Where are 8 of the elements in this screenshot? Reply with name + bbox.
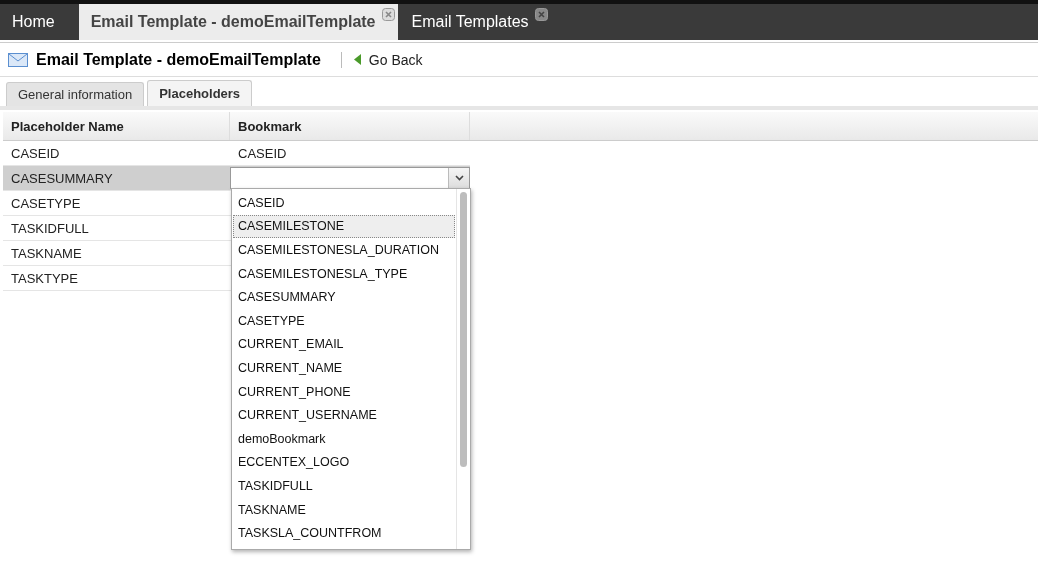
table-cell-text: CASETYPE (10, 194, 82, 213)
page-title: Email Template - demoEmailTemplate (36, 50, 321, 69)
table-cell-text: CASEID (237, 144, 288, 163)
table-cell-text: CASEID (10, 144, 61, 163)
table-cell-text: TASKIDFULL (10, 219, 90, 238)
table-cell-text: CASESUMMARY (10, 169, 114, 188)
table-cell-text: TASKTYPE (10, 269, 79, 288)
table-cell-text: TASKNAME (10, 244, 83, 263)
